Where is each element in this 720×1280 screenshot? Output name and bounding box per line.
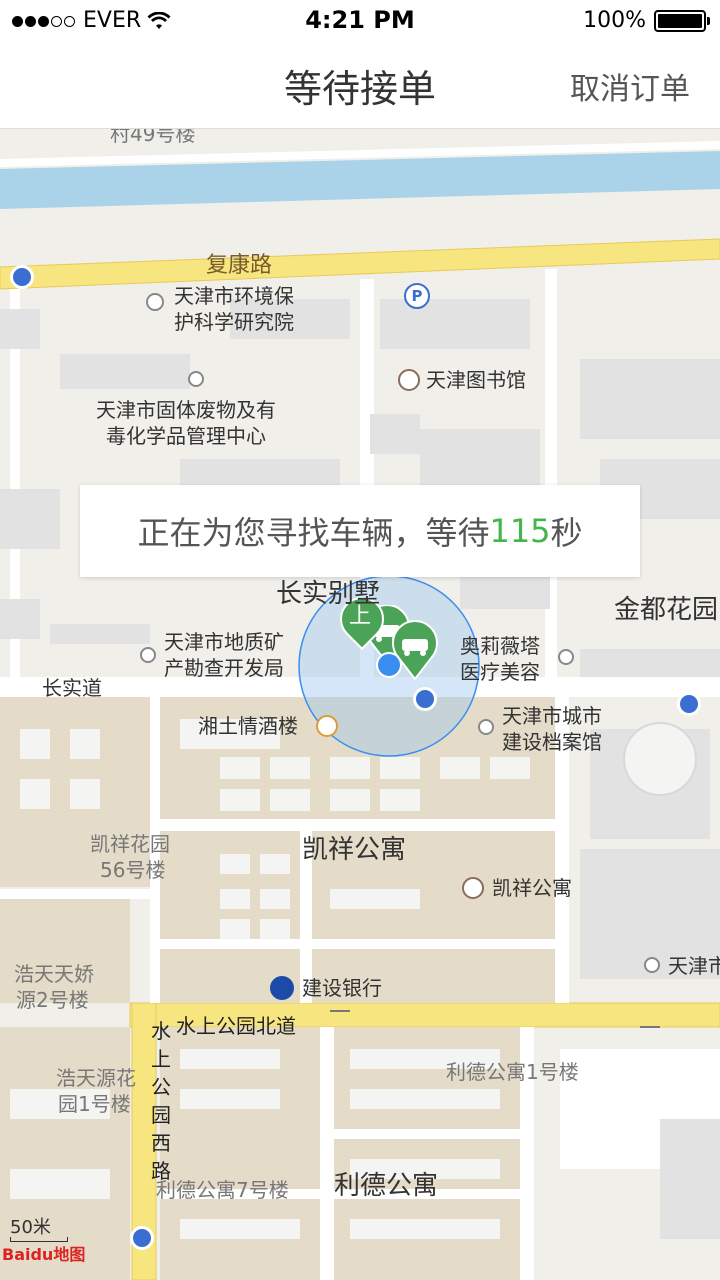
map-label: 利德公寓7号楼 [156,1178,289,1202]
bus-stop-icon[interactable] [677,692,701,716]
map-label: 天津市地质矿 [164,630,284,654]
map-label: 天津图书馆 [426,368,526,392]
parking-icon[interactable]: P [404,283,430,309]
map-label: 医疗美容 [460,660,540,684]
bank-icon[interactable] [270,976,294,1000]
map-label: 长实别墅 [276,579,381,609]
map-label-road: 水上公园西路 [151,1019,171,1183]
map-label-road: 长实道 [42,676,102,700]
building-icon [462,877,484,899]
poi-dot-icon [146,293,164,311]
map-label: 天津市城市 [502,704,602,728]
battery-status: 100% [583,8,710,33]
map-label: 建设银行 [302,976,382,1000]
map-label: 凯祥公寓 [302,835,407,865]
map-label: 利德公寓 [334,1171,439,1201]
current-location-icon [376,652,402,678]
waiting-toast: 正在为您寻找车辆，等待 115 秒 [80,485,640,577]
map-scale: 50米 [10,1213,68,1242]
map-label: 建设档案馆 [502,730,602,754]
map-label: 产勘查开发局 [164,656,284,680]
map-label: 金都花园 [614,595,719,625]
cancel-order-button[interactable]: 取消订单 [570,64,690,108]
map-label: 浩天天娇 [14,962,94,986]
map-label: 利德公寓1号楼 [446,1060,579,1084]
map-label: 凯祥花园 [90,832,170,856]
battery-icon [654,9,710,32]
map-label: 园1号楼 [58,1092,131,1116]
baidu-logo: Baidu地图 [2,1245,86,1264]
bus-stop-icon[interactable] [413,687,437,711]
poi-dot-icon [644,957,660,973]
map-label: 天津市 [668,954,720,978]
map-label: 护科学研究院 [174,310,294,334]
map-label: 毒化学品管理中心 [106,424,266,448]
map-label: 浩天源花 [56,1066,136,1090]
bus-stop-icon[interactable] [130,1226,154,1250]
restaurant-icon[interactable] [316,715,338,737]
nav-bar: 等待接单 取消订单 [0,40,720,129]
status-bar: EVER 4:21 PM 100% [0,0,720,40]
countdown-seconds: 115 [489,512,551,550]
poi-dot-icon [478,719,494,735]
map-label: 天津市环境保 [174,284,294,308]
toast-suffix: 秒 [550,514,583,552]
map-label: 凯祥公寓 [492,876,572,900]
scale-label: 50米 [10,1217,51,1238]
bus-stop-icon[interactable] [10,265,34,289]
poi-dot-icon [140,647,156,663]
map-label-road: 复康路 [206,253,273,278]
map-label: 源2号楼 [16,988,89,1012]
map-label: 湘土情酒楼 [198,714,298,738]
map-label: 村49号楼 [110,129,196,146]
poi-dot-icon [558,649,574,665]
map-label-road: 水上公园北道 [176,1014,296,1038]
poi-dot-icon [188,371,204,387]
library-icon[interactable] [398,369,420,391]
map-label: 奥莉薇塔 [460,634,540,658]
map-label: 56号楼 [100,858,166,882]
toast-prefix: 正在为您寻找车辆，等待 [137,514,490,552]
battery-percent: 100% [583,8,646,33]
map-label: 天津市固体废物及有 [96,398,276,422]
map-view[interactable]: P 上 村49号楼 复康路 天津市环境保 护科学研究院 天津图书馆 天津市固体废… [0,129,720,1280]
